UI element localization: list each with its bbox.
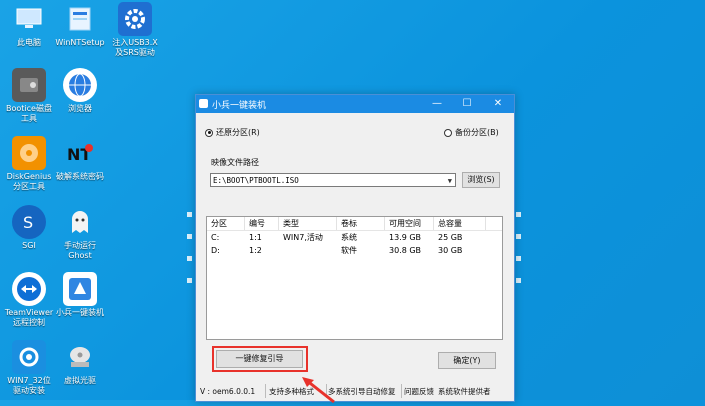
installer-icon: [63, 272, 97, 306]
gear-icon: [118, 2, 152, 36]
minimize-button[interactable]: —: [422, 95, 452, 113]
radio-restore-partition[interactable]: 还原分区(R): [205, 127, 260, 138]
pointer-arrow-icon: [302, 377, 335, 404]
partition-table[interactable]: 分区 编号 类型 卷标 可用空间 总容量 C: 1:1 WIN7,活动 系统 1…: [206, 216, 503, 340]
driver-icon: [12, 340, 46, 374]
desktop-icon-win7-driver[interactable]: WIN7_32位 驱动安装: [0, 340, 58, 396]
desktop-icon-label: 手动运行 Ghost: [64, 241, 96, 260]
desktop-icon-label: Bootice磁盘 工具: [6, 104, 52, 123]
column-header[interactable]: 类型: [279, 217, 337, 230]
column-header[interactable]: 卷标: [337, 217, 385, 230]
sgi-icon: S: [12, 205, 46, 239]
column-header[interactable]: 分区: [207, 217, 245, 230]
status-bar: V : oem6.0.0.1 支持多种格式 多系统引导自动修复 问题反馈 系统软…: [196, 382, 514, 400]
image-path-value: E:\BOOT\PTBOOTL.ISO: [213, 176, 299, 185]
column-header[interactable]: 可用空间: [385, 217, 434, 230]
desktop-icon-label: 浏览器: [68, 104, 92, 113]
repair-boot-button[interactable]: 一键修复引导: [216, 350, 303, 368]
desktop-icon-browser[interactable]: 浏览器: [51, 68, 109, 114]
table-cell: [279, 244, 337, 257]
desktop-icon-label: TeamViewer 远程控制: [4, 308, 54, 327]
desktop-decoration-right: [516, 212, 521, 300]
ok-button[interactable]: 确定(Y): [438, 352, 496, 369]
desktop-icon-sgi[interactable]: S SGI: [0, 205, 58, 251]
desktop-icon-label: 小兵一键装机: [56, 308, 104, 317]
desktop-icon-label: 注入USB3.X 及SRS驱动: [112, 38, 158, 57]
status-version: V : oem6.0.0.1: [200, 386, 256, 396]
status-provider: 系统软件提供者: [438, 386, 491, 396]
radio-backup-label: 备份分区(B): [455, 128, 499, 137]
table-row[interactable]: D: 1:2 软件 30.8 GB 30 GB: [207, 244, 502, 257]
desktop-icon-label: WIN7_32位 驱动安装: [7, 376, 51, 395]
computer-icon: [12, 2, 46, 36]
radio-backup-partition[interactable]: 备份分区(B): [444, 127, 499, 138]
browse-button[interactable]: 浏览(S): [462, 172, 500, 188]
desktop-icon-label: 虚拟光驱: [64, 376, 96, 385]
table-cell: 1:2: [249, 246, 262, 255]
browser-icon: [63, 68, 97, 102]
table-cell: 软件: [341, 246, 357, 255]
table-cell: 25 GB: [438, 233, 463, 242]
desktop-icon-diskgenius[interactable]: DiskGenius 分区工具: [0, 136, 58, 192]
table-cell: D:: [211, 246, 220, 255]
radio-unselected-icon: [444, 128, 452, 137]
status-feedback: 问题反馈: [404, 386, 434, 396]
table-header: 分区 编号 类型 卷标 可用空间 总容量: [207, 217, 502, 231]
desktop-icon-label: 破解系统密码: [56, 172, 104, 181]
table-cell: 30 GB: [438, 246, 463, 255]
installer-window: 小兵一键装机 — ☐ ✕ 还原分区(R) 备份分区(B) 映像文件路径 E:\B…: [195, 94, 515, 402]
desktop-icon-bootice[interactable]: Bootice磁盘 工具: [0, 68, 58, 124]
table-cell: WIN7,活动: [283, 233, 323, 242]
image-path-label: 映像文件路径: [211, 158, 259, 167]
column-header[interactable]: 编号: [245, 217, 279, 230]
radio-restore-label: 还原分区(R): [216, 128, 260, 137]
ghost-icon: [63, 205, 97, 239]
desktop-icon-ntpwd[interactable]: NT 破解系统密码: [51, 136, 109, 182]
desktop-icon-label: SGI: [22, 241, 36, 250]
ntpwd-icon: NT: [63, 136, 97, 170]
table-cell: 系统: [341, 233, 357, 242]
radio-selected-icon: [205, 128, 213, 137]
column-header[interactable]: 总容量: [434, 217, 486, 230]
disk-icon: [12, 68, 46, 102]
desktop-icon-label: 此电脑: [17, 38, 41, 47]
desktop-icon-ghost[interactable]: 手动运行 Ghost: [51, 205, 109, 261]
window-titlebar[interactable]: 小兵一键装机 — ☐ ✕: [196, 95, 514, 113]
table-row[interactable]: C: 1:1 WIN7,活动 系统 13.9 GB 25 GB: [207, 231, 502, 244]
chevron-down-icon[interactable]: ▼: [448, 174, 452, 188]
image-path-combobox[interactable]: E:\BOOT\PTBOOTL.ISO ▼: [210, 173, 456, 187]
app-icon: [199, 99, 208, 108]
svg-text:S: S: [23, 213, 33, 232]
diskgenius-icon: [12, 136, 46, 170]
window-title: 小兵一键装机: [212, 100, 267, 111]
desktop-decoration-left: [187, 212, 192, 300]
desktop-icon-virtual-cdrom[interactable]: 虚拟光驱: [51, 340, 109, 386]
table-cell: 30.8 GB: [389, 246, 422, 255]
table-cell: C:: [211, 233, 220, 242]
desktop-icon-this-pc[interactable]: 此电脑: [0, 2, 58, 48]
desktop-icon-usb3-driver[interactable]: 注入USB3.X 及SRS驱动: [106, 2, 164, 58]
desktop-icon-installer[interactable]: 小兵一键装机: [51, 272, 109, 318]
maximize-button[interactable]: ☐: [452, 95, 482, 113]
table-cell: 1:1: [249, 233, 262, 242]
close-button[interactable]: ✕: [483, 95, 513, 113]
teamviewer-icon: [12, 272, 46, 306]
desktop-icon-label: WinNTSetup: [55, 38, 105, 47]
cdrom-icon: [63, 340, 97, 374]
desktop-icon-winntsetup[interactable]: WinNTSetup: [51, 2, 109, 48]
setup-icon: [63, 2, 97, 36]
table-cell: 13.9 GB: [389, 233, 422, 242]
desktop-icon-label: DiskGenius 分区工具: [6, 172, 52, 191]
desktop-icon-teamviewer[interactable]: TeamViewer 远程控制: [0, 272, 58, 328]
